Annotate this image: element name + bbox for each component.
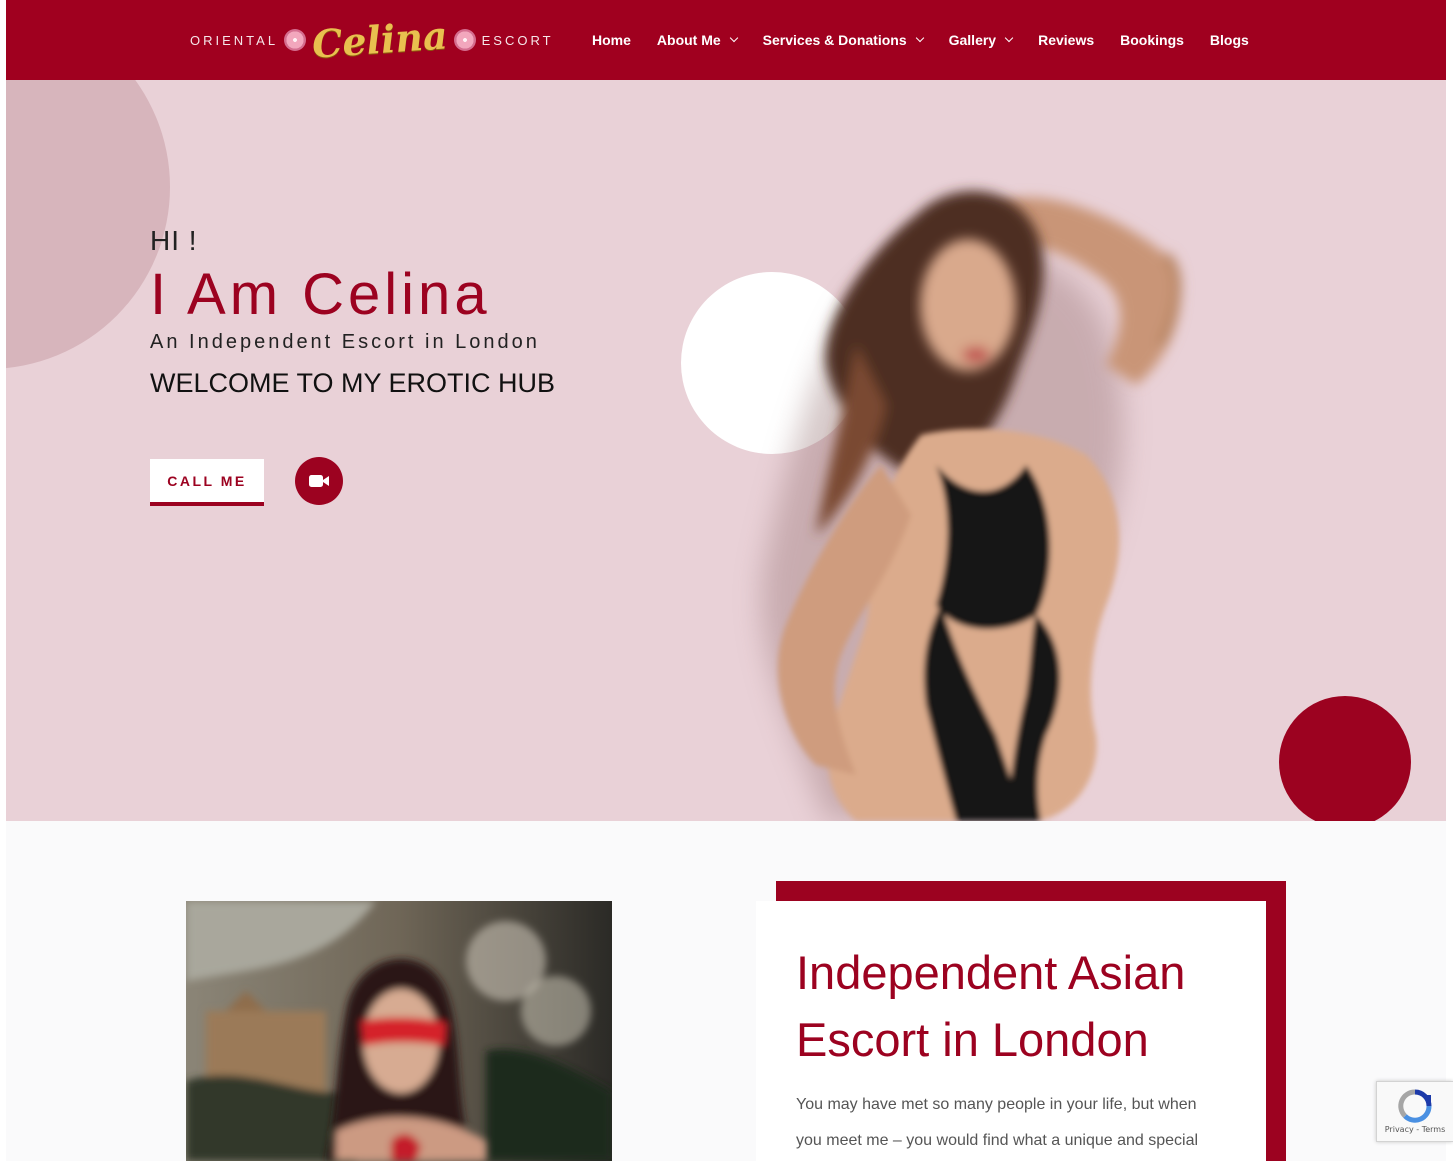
hero-subtitle: An Independent Escort in London xyxy=(150,330,540,353)
nav-label: Services & Donations xyxy=(762,32,907,48)
decorative-circle xyxy=(6,80,170,369)
nav-label: About Me xyxy=(656,32,721,48)
page: ORIENTAL Celina ESCORT Home About Me Ser… xyxy=(0,0,1453,1161)
nav-home[interactable]: Home xyxy=(592,32,631,48)
hero-model-photo xyxy=(761,191,1182,821)
logo-name: Celina xyxy=(310,12,449,67)
call-me-button[interactable]: CALL ME xyxy=(150,459,264,506)
recaptcha-badge[interactable]: Privacy - Terms xyxy=(1376,1081,1453,1142)
nav-reviews[interactable]: Reviews xyxy=(1038,32,1094,48)
nav-gallery[interactable]: Gallery xyxy=(948,32,1014,48)
nav-label: Gallery xyxy=(948,32,997,48)
video-call-button[interactable] xyxy=(295,457,343,505)
chevron-down-icon xyxy=(729,33,738,43)
nav-label: Home xyxy=(592,32,631,48)
decorative-circle xyxy=(1279,696,1411,821)
nav-services-donations[interactable]: Services & Donations xyxy=(762,32,924,48)
recaptcha-terms[interactable]: Privacy - Terms xyxy=(1385,1125,1446,1134)
about-photo xyxy=(186,901,612,1161)
page-frame: ORIENTAL Celina ESCORT Home About Me Ser… xyxy=(6,0,1446,1161)
hero-section: HI ! I Am Celina An Independent Escort i… xyxy=(6,80,1446,821)
flower-icon xyxy=(453,29,476,51)
chevron-down-icon xyxy=(915,33,924,43)
nav-bookings[interactable]: Bookings xyxy=(1120,32,1184,48)
nav-blogs[interactable]: Blogs xyxy=(1210,32,1249,48)
site-logo[interactable]: ORIENTAL Celina ESCORT xyxy=(190,12,554,67)
nav-label: Reviews xyxy=(1038,32,1095,48)
main-nav: Home About Me Services & Donations Galle… xyxy=(592,0,1275,80)
about-text: You may have met so many people in your … xyxy=(796,1096,1199,1149)
flower-icon xyxy=(284,29,307,51)
hero-text: HI ! I Am Celina An Independent Escort i… xyxy=(150,225,555,399)
nav-about-me[interactable]: About Me xyxy=(656,32,738,48)
chevron-down-icon xyxy=(1004,33,1014,43)
hero-name: I Am Celina xyxy=(150,262,491,327)
nav-label: Bookings xyxy=(1120,32,1184,48)
recaptcha-icon xyxy=(1398,1089,1432,1123)
logo-left-text: ORIENTAL xyxy=(190,32,279,48)
nav-label: Blogs xyxy=(1209,32,1249,48)
hero-welcome: WELCOME TO MY EROTIC HUB xyxy=(150,367,556,398)
about-card: Independent Asian Escort in London You m… xyxy=(756,901,1266,1161)
logo-right-text: ESCORT xyxy=(481,32,554,48)
about-title: Independent Asian Escort in London xyxy=(796,946,1186,1066)
about-photo-image xyxy=(186,901,612,1161)
hero-greeting: HI ! xyxy=(150,225,198,256)
video-camera-icon xyxy=(309,475,329,487)
site-header: ORIENTAL Celina ESCORT Home About Me Ser… xyxy=(6,0,1446,80)
